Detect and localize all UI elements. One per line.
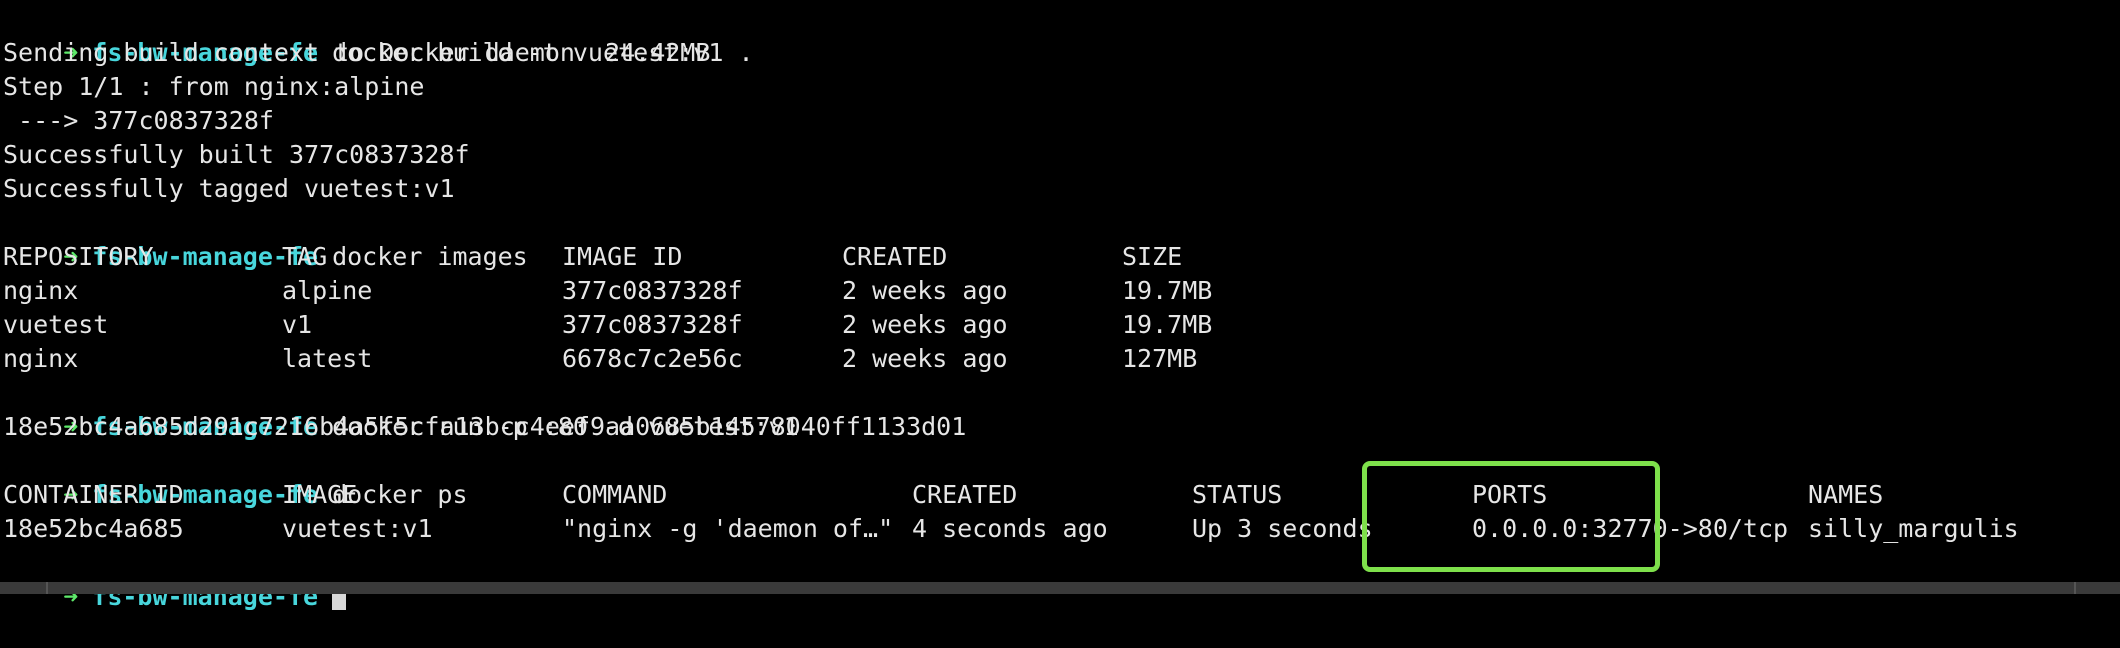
output-line: Step 1/1 : from nginx:alpine — [3, 72, 425, 101]
column-header: CREATED — [912, 480, 1018, 509]
table-cell: 127MB — [1122, 344, 1198, 373]
prompt-line-ps: ➜ fs-bw-manage-fe docker ps — [3, 444, 467, 509]
table-cell: v1 — [282, 310, 313, 339]
table-cell: alpine — [282, 276, 373, 305]
column-header: IMAGE ID — [562, 242, 683, 271]
command-text: docker images — [332, 242, 528, 271]
container-id-output: 18e52bc4a685d291c7216b4a5f5cfa13bcc4eef9… — [3, 412, 967, 441]
prompt-line-run: ➜ fs-bw-manage-fe docker run -p :80 -d vue… — [3, 376, 798, 441]
table-cell: nginx — [3, 344, 79, 373]
window-bottom-border — [0, 582, 2120, 594]
table-cell: vuetest:v1 — [282, 514, 433, 543]
table-cell: 377c0837328f — [562, 276, 743, 305]
divider — [2074, 582, 2076, 594]
column-header: CONTAINER ID — [3, 480, 184, 509]
table-cell: 19.7MB — [1122, 310, 1213, 339]
divider — [46, 582, 48, 594]
column-header: SIZE — [1122, 242, 1183, 271]
table-cell: 2 weeks ago — [842, 310, 1008, 339]
prompt-line-images: ➜ fs-bw-manage-fe docker images — [3, 206, 528, 271]
column-header: STATUS — [1192, 480, 1283, 509]
column-header: IMAGE — [282, 480, 358, 509]
column-header: CREATED — [842, 242, 948, 271]
table-cell: 19.7MB — [1122, 276, 1213, 305]
table-cell: 2 weeks ago — [842, 276, 1008, 305]
output-line: Successfully built 377c0837328f — [3, 140, 470, 169]
table-cell: 18e52bc4a685 — [3, 514, 184, 543]
table-cell: nginx — [3, 276, 79, 305]
prompt-line-current[interactable]: ➜ fs-bw-manage-fe — [3, 546, 347, 611]
table-cell: 6678c7c2e56c — [562, 344, 743, 373]
column-header: NAMES — [1808, 480, 1884, 509]
table-cell: vuetest — [3, 310, 109, 339]
column-header: COMMAND — [562, 480, 668, 509]
table-cell: 4 seconds ago — [912, 514, 1108, 543]
table-cell: latest — [282, 344, 373, 373]
table-cell: 377c0837328f — [562, 310, 743, 339]
prompt-line-build: ➜ fs-bw-manage-fe docker build -t vuetest:… — [3, 2, 753, 67]
output-line: ---> 377c0837328f — [3, 106, 274, 135]
terminal-window[interactable]: ➜ fs-bw-manage-fe docker build -t vuetest:… — [0, 0, 2120, 611]
column-header: REPOSITORY — [3, 242, 154, 271]
table-cell: silly_margulis — [1808, 514, 2019, 543]
output-line: Successfully tagged vuetest:v1 — [3, 174, 455, 203]
ports-highlight-box — [1362, 461, 1660, 572]
table-cell: "nginx -g 'daemon of…" — [562, 514, 894, 543]
output-line: Sending build context to Docker daemon 2… — [3, 38, 711, 67]
table-cell: 2 weeks ago — [842, 344, 1008, 373]
table-cell: Up 3 seconds — [1192, 514, 1373, 543]
column-header: TAG — [282, 242, 328, 271]
